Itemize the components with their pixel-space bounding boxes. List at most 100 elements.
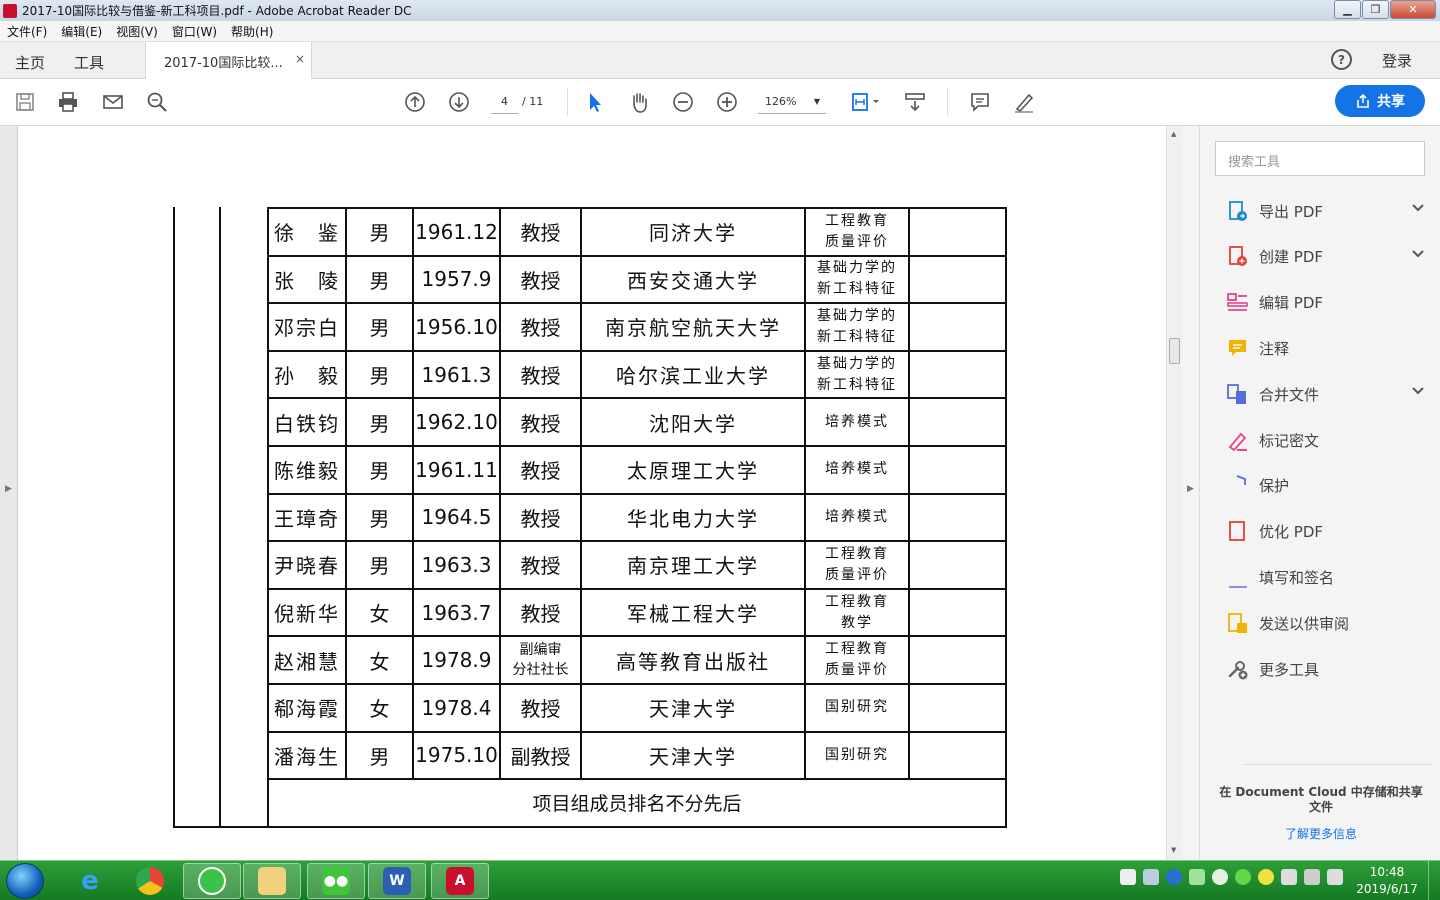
tray-network-icon[interactable] (1304, 869, 1320, 885)
comment-tool-icon[interactable] (967, 89, 993, 115)
tool-more-tools[interactable]: 更多工具 (1225, 654, 1425, 684)
page-total: / 11 (522, 95, 544, 108)
member-topic-line: 工程教育 (825, 593, 889, 610)
more-tools-icon (1225, 657, 1249, 681)
table-row: 张 陵男 1957.9 教授 西安交通大学 基础力学的 新工科特征 (267, 254, 1007, 305)
member-unit: 南京航空航天大学 (580, 302, 806, 352)
tray-app-icon[interactable] (1189, 869, 1205, 885)
table-row: 孙 毅男 1961.3 教授 哈尔滨工业大学 基础力学的 新工科特征 (267, 349, 1007, 400)
scroll-up-icon[interactable]: ▲ (1171, 130, 1176, 138)
tool-combine-files[interactable]: 合并文件 (1225, 379, 1425, 409)
previous-page-icon[interactable] (402, 89, 428, 115)
show-desktop-button[interactable] (1428, 861, 1440, 900)
tool-create-pdf[interactable]: 创建 PDF (1225, 242, 1425, 272)
zoom-out-icon[interactable] (670, 89, 696, 115)
learn-more-link[interactable]: 了解更多信息 (1215, 825, 1427, 842)
member-name: 赵湘慧 (267, 635, 347, 685)
member-title-line: 教授 (520, 506, 561, 531)
taskbar-acrobat[interactable]: A (431, 863, 489, 899)
taskbar-ie[interactable]: e (61, 863, 119, 899)
close-window-button[interactable]: ✕ (1390, 0, 1436, 19)
tray-help-icon[interactable] (1166, 869, 1182, 885)
tray-green-icon[interactable] (1235, 869, 1251, 885)
zoom-in-icon[interactable] (714, 89, 740, 115)
scrolling-mode-icon[interactable] (902, 89, 928, 115)
chevron-down-icon[interactable] (1411, 202, 1425, 217)
close-tab-icon[interactable]: × (295, 52, 305, 66)
tool-optimize-pdf[interactable]: 优化 PDF (1225, 517, 1425, 547)
member-gender: 男 (345, 349, 414, 400)
tool-send-review[interactable]: 发送以供审阅 (1225, 608, 1425, 638)
tray-volume-icon[interactable] (1327, 869, 1343, 885)
menu-window[interactable]: 窗口(W) (165, 23, 224, 40)
member-topic-line: 质量评价 (825, 233, 889, 250)
tab-document[interactable]: 2017-10国际比较... × (145, 42, 312, 80)
tray-keyboard-icon[interactable] (1143, 869, 1159, 885)
tool-redact[interactable]: 标记密文 (1225, 425, 1425, 455)
chevron-down-icon[interactable] (1411, 248, 1425, 263)
fill-sign-icon (1225, 565, 1249, 589)
hand-tool-icon[interactable] (626, 89, 652, 115)
member-title-line: 教授 (520, 221, 561, 246)
tab-bar: 主页 工具 2017-10国际比较... × (0, 42, 1440, 80)
member-title-line: 副教授 (510, 744, 571, 769)
taskbar-app-green[interactable] (183, 863, 241, 899)
vertical-scrollbar[interactable]: ▲ ▼ (1166, 126, 1182, 860)
optimize-pdf-icon (1225, 520, 1249, 544)
page-fit-icon[interactable] (848, 89, 884, 115)
select-tool-icon[interactable] (582, 89, 608, 115)
taskbar-explorer[interactable] (243, 863, 301, 899)
minimize-button[interactable]: ▁ (1334, 0, 1361, 19)
window-title: 2017-10国际比较与借鉴-新工科项目.pdf - Adobe Acrobat… (22, 4, 412, 18)
taskbar-clock[interactable]: 10:48 2019/6/17 (1352, 864, 1422, 898)
taskbar-word[interactable]: W (368, 863, 426, 899)
tool-protect[interactable]: 保护 (1225, 471, 1425, 501)
tray-pdf-icon[interactable] (1120, 869, 1136, 885)
tray-yellow-icon[interactable] (1258, 869, 1274, 885)
tool-export-pdf[interactable]: 导出 PDF (1225, 196, 1425, 226)
member-birth: 1963.3 (412, 540, 501, 590)
tab-home[interactable]: 主页 (15, 52, 45, 73)
print-icon[interactable] (55, 89, 81, 115)
highlight-pen-icon[interactable] (1011, 89, 1037, 115)
save-icon[interactable] (12, 89, 38, 115)
tool-comment[interactable]: 注释 (1225, 333, 1425, 363)
member-unit: 同济大学 (580, 207, 806, 257)
next-page-icon[interactable] (446, 89, 472, 115)
pdf-page: 徐 鉴男 1961.12 教授 同济大学 工程教育 质量评价张 陵男 1957.9 教授 西安交… (18, 126, 1166, 860)
start-button[interactable] (6, 863, 44, 899)
help-icon[interactable]: ? (1331, 49, 1352, 70)
email-icon[interactable] (100, 89, 126, 115)
member-title: 教授 (499, 302, 582, 352)
scrollbar-thumb[interactable] (1169, 338, 1180, 364)
scroll-down-icon[interactable]: ▼ (1171, 846, 1176, 854)
member-unit: 军械工程大学 (580, 587, 806, 638)
login-link[interactable]: 登录 (1382, 50, 1412, 71)
tool-edit-pdf[interactable]: 编辑 PDF (1225, 288, 1425, 318)
member-title-line: 教授 (520, 316, 561, 341)
tool-fill-sign[interactable]: 填写和签名 (1225, 562, 1425, 592)
tab-tools[interactable]: 工具 (74, 52, 104, 73)
search-tools-input[interactable]: 搜索工具 (1215, 141, 1425, 176)
menu-view[interactable]: 视图(V) (109, 23, 165, 40)
find-icon[interactable] (144, 89, 170, 115)
chevron-down-icon[interactable] (1411, 385, 1425, 400)
zoom-level-select[interactable]: 126% ▼ (758, 90, 826, 114)
taskbar-wechat[interactable]: ●● (307, 863, 365, 899)
tray-arrow-icon[interactable] (1212, 869, 1228, 885)
right-pane-toggle[interactable]: ▶ (1182, 126, 1200, 860)
share-button[interactable]: 共享 (1335, 85, 1425, 117)
document-viewer[interactable]: ▶ 徐 鉴男 1961.12 教授 同济大学 工程教育 质量评价张 陵男 1957.9 教授西… (0, 126, 1182, 860)
member-title: 教授 (499, 682, 582, 733)
maximize-button[interactable]: ❐ (1362, 0, 1389, 19)
toolbar-separator (947, 88, 948, 116)
left-pane-toggle[interactable]: ▶ (0, 126, 18, 860)
tray-flag-icon[interactable] (1281, 869, 1297, 885)
taskbar-chrome[interactable] (121, 863, 179, 899)
menu-edit[interactable]: 编辑(E) (54, 23, 109, 40)
system-tray (1120, 869, 1343, 885)
member-name: 尹晓春 (267, 540, 347, 590)
menu-file[interactable]: 文件(F) (0, 23, 54, 40)
page-number-input[interactable]: 4 (491, 90, 518, 114)
menu-help[interactable]: 帮助(H) (224, 23, 280, 40)
